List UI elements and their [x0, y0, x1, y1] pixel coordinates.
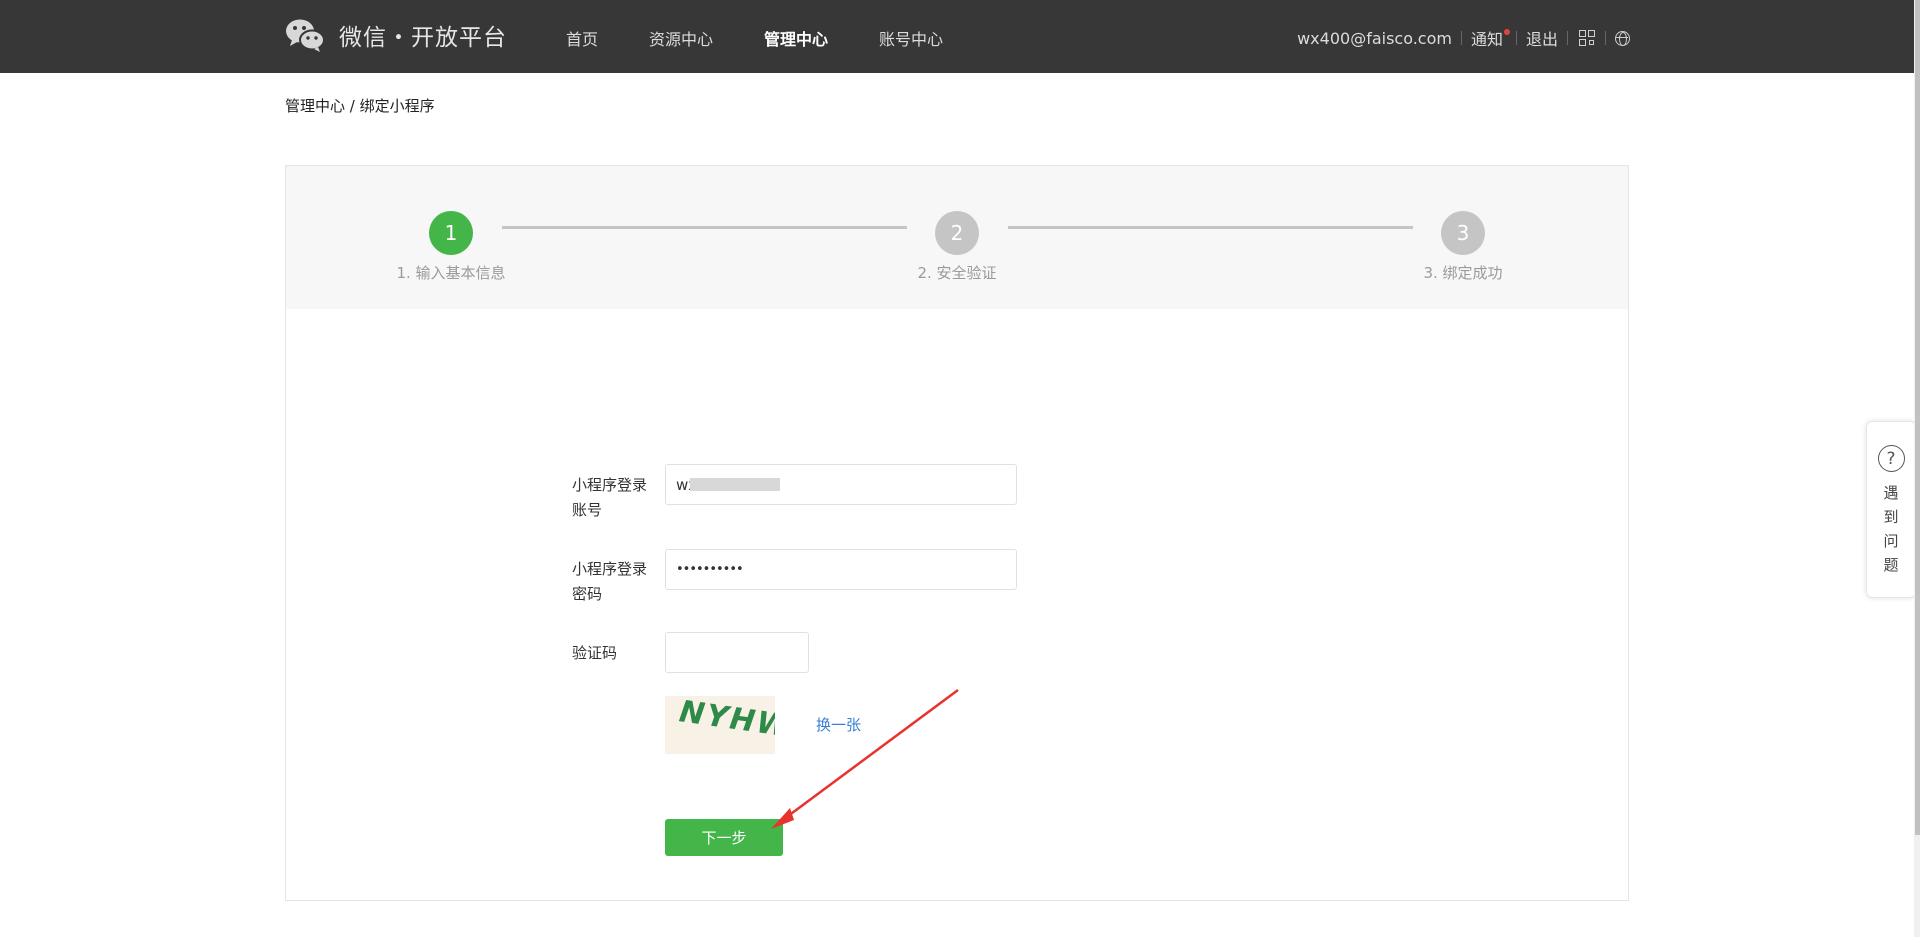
main-nav: 首页 资源中心 管理中心 账号中心	[566, 26, 994, 50]
captcha-image-text: NYHW	[677, 696, 775, 745]
password-label: 小程序登录密码	[572, 560, 648, 603]
step-1-circle: 1	[429, 211, 473, 255]
notice-badge-dot	[1503, 29, 1510, 35]
step-3-label: 3. 绑定成功	[1423, 264, 1503, 282]
next-step-button[interactable]: 下一步	[665, 819, 783, 856]
account-input[interactable]: wx	[665, 464, 1017, 505]
logout-link[interactable]: 退出	[1526, 26, 1558, 50]
help-floating-panel[interactable]: ? 遇到问题	[1866, 421, 1916, 598]
nav-management-center[interactable]: 管理中心	[764, 26, 828, 50]
redacted-account-blur	[690, 478, 780, 491]
qrcode-icon[interactable]	[1579, 29, 1596, 47]
step-connector-2-3	[1008, 226, 1413, 229]
scrollbar-thumb[interactable]	[1915, 0, 1920, 835]
captcha-input[interactable]	[665, 632, 809, 673]
step-1-label: 1. 输入基本信息	[396, 264, 506, 282]
refresh-captcha-link[interactable]: 换一张	[816, 714, 861, 735]
divider	[1515, 31, 1517, 45]
step-connector-1-2	[502, 226, 907, 229]
account-email[interactable]: wx400@faisco.com	[1297, 29, 1452, 48]
wechat-logo[interactable]: 微信・开放平台	[285, 18, 507, 52]
help-label: 遇到问题	[1883, 484, 1899, 574]
step-2-label: 2. 安全验证	[917, 264, 997, 282]
divider	[1567, 31, 1568, 45]
account-label: 小程序登录账号	[572, 476, 648, 519]
divider	[1605, 31, 1606, 45]
breadcrumb: 管理中心 / 绑定小程序	[285, 97, 435, 115]
top-navigation-bar: 微信・开放平台 首页 资源中心 管理中心 账号中心 wx400@faisco.c…	[0, 0, 1920, 73]
language-globe-icon[interactable]	[1615, 30, 1630, 46]
brand-title: 微信・开放平台	[339, 25, 507, 51]
step-2-circle: 2	[935, 211, 979, 255]
step-3-circle: 3	[1441, 211, 1485, 255]
nav-resource-center[interactable]: 资源中心	[649, 26, 713, 50]
captcha-label: 验证码	[572, 644, 618, 662]
nav-home[interactable]: 首页	[566, 26, 598, 50]
account-area: wx400@faisco.com 通知 退出	[1297, 26, 1630, 50]
step-indicator: 1 2 3 1. 输入基本信息 2. 安全验证 3. 绑定成功	[286, 166, 1628, 309]
bind-miniprogram-panel: 1 2 3 1. 输入基本信息 2. 安全验证 3. 绑定成功 小程序登录账号 …	[285, 165, 1629, 901]
nav-account-center[interactable]: 账号中心	[879, 26, 943, 50]
notice-link[interactable]: 通知	[1470, 26, 1510, 50]
question-mark-icon: ?	[1877, 445, 1905, 472]
password-input[interactable]: ••••••••••	[665, 549, 1017, 590]
captcha-image[interactable]: NYHW	[665, 696, 775, 754]
password-input-value: ••••••••••	[676, 562, 744, 577]
divider	[1460, 31, 1462, 45]
wechat-icon	[286, 19, 325, 52]
notice-label: 通知	[1470, 30, 1503, 49]
